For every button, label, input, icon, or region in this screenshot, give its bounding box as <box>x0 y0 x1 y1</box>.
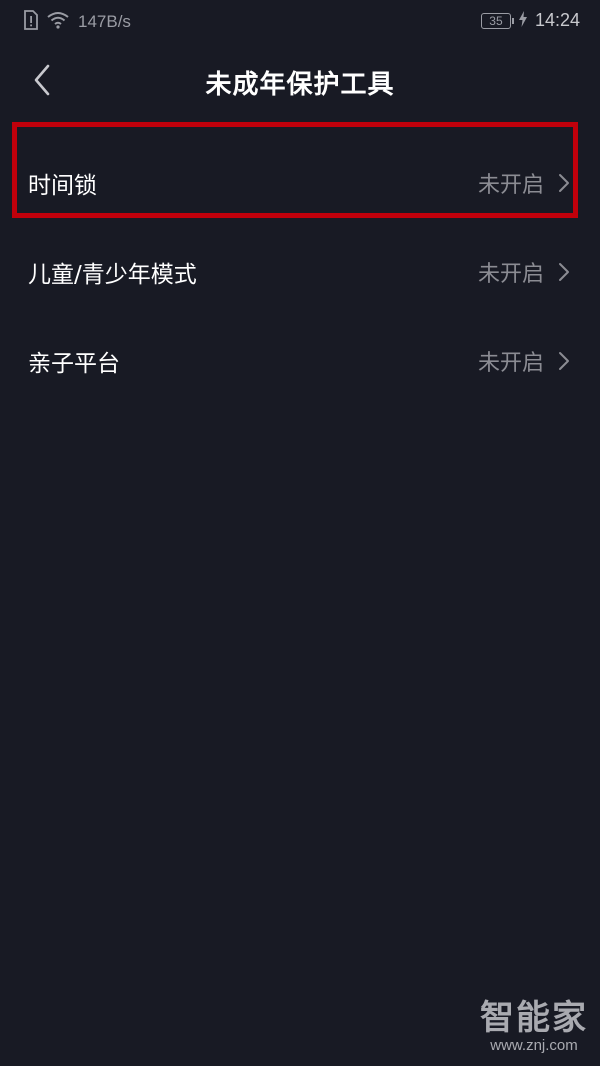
menu-item-time-lock[interactable]: 时间锁 未开启 <box>0 138 600 227</box>
menu-item-status: 未开启 <box>477 350 544 376</box>
menu-item-status: 未开启 <box>477 261 544 287</box>
header: 未成年保护工具 <box>0 44 600 124</box>
watermark-logo: 智能家 <box>480 998 588 1038</box>
status-bar: 147B/s 35 14:24 <box>0 0 600 44</box>
watermark: 智能家 www.znj.com <box>480 990 588 1054</box>
menu-item-youth-mode[interactable]: 儿童/青少年模式 未开启 <box>0 227 600 316</box>
chevron-right-icon <box>558 351 570 371</box>
chevron-right-icon <box>558 173 570 193</box>
menu-item-right: 未开启 <box>478 167 570 199</box>
menu-item-parent-platform[interactable]: 亲子平台 未开启 <box>0 316 600 405</box>
menu-item-status: 未开启 <box>477 172 544 198</box>
charging-icon <box>518 10 527 31</box>
battery-level: 35 <box>489 13 503 28</box>
page-title: 未成年保护工具 <box>205 70 395 100</box>
watermark-url: www.znj.com <box>490 1037 578 1054</box>
status-bar-left: 147B/s <box>22 10 131 34</box>
menu-item-label: 亲子平台 <box>28 350 120 377</box>
menu-item-right: 未开启 <box>478 345 570 377</box>
menu-item-label: 时间锁 <box>28 172 97 199</box>
battery-icon: 35 <box>480 12 514 29</box>
sim-alert-icon <box>22 10 38 34</box>
wifi-icon <box>46 11 70 33</box>
menu-list: 时间锁 未开启 儿童/青少年模式 未开启 亲子平台 未开启 <box>0 138 600 405</box>
menu-item-label: 儿童/青少年模式 <box>28 261 197 288</box>
status-time: 14:24 <box>534 10 580 30</box>
chevron-right-icon <box>558 262 570 282</box>
status-bar-right: 35 14:24 <box>480 10 580 31</box>
menu-item-right: 未开启 <box>478 256 570 288</box>
network-speed: 147B/s <box>78 12 131 31</box>
